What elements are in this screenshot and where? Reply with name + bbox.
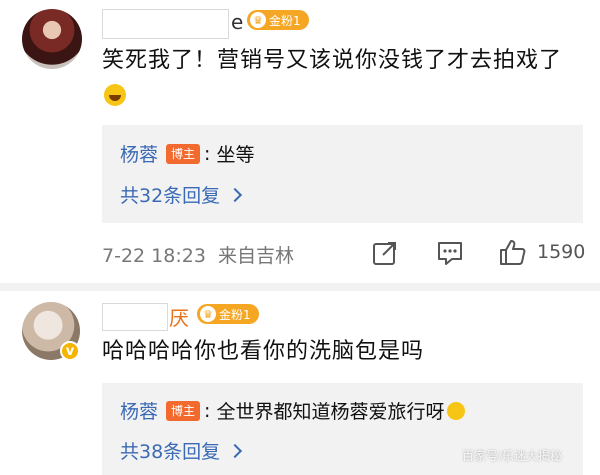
- crown-icon: ♛: [250, 12, 266, 28]
- comment-location: 来自吉林: [217, 245, 294, 267]
- like-icon[interactable]: [498, 238, 526, 266]
- more-replies-label: 共32条回复: [120, 185, 221, 207]
- fan-badge-label: 金粉1: [269, 13, 301, 28]
- comment-text-content: 笑死我了！营销号又该说你没钱了才去拍戏了: [102, 48, 563, 73]
- watermark: 百家号/乐迷大揭秘: [462, 449, 563, 463]
- comment-text: 哈哈哈哈你也看你的洗脑包是吗: [102, 334, 582, 370]
- verified-v-badge: v: [60, 341, 80, 361]
- chevron-right-icon: [228, 443, 243, 458]
- username-tail[interactable]: 厌: [169, 302, 189, 331]
- username-tail[interactable]: e: [231, 10, 243, 34]
- forward-icon[interactable]: [371, 239, 399, 267]
- reply-line: 杨蓉 博主 : 坐等: [120, 140, 255, 167]
- like-count: 1590: [537, 241, 586, 263]
- reply-author[interactable]: 杨蓉: [120, 140, 158, 167]
- host-badge: 博主: [166, 400, 201, 421]
- comment-meta: 7-22 18:23 来自吉林: [102, 241, 294, 268]
- section-divider: [0, 283, 600, 291]
- comment-timestamp: 7-22 18:23: [102, 245, 206, 267]
- chevron-right-icon: [228, 187, 243, 202]
- reply-line: 杨蓉 博主 : 全世界都知道杨蓉爱旅行呀: [120, 397, 465, 424]
- reply-text: 坐等: [216, 144, 255, 166]
- smile-emoji: [446, 401, 465, 420]
- more-replies-link[interactable]: 共38条回复: [120, 437, 243, 464]
- more-replies-label: 共38条回复: [120, 441, 221, 463]
- redacted-username: [102, 303, 168, 331]
- comment-text: 笑死我了！营销号又该说你没钱了才去拍戏了: [102, 43, 572, 115]
- more-replies-link[interactable]: 共32条回复: [120, 181, 243, 208]
- fan-badge-label: 金粉1: [219, 307, 251, 322]
- fan-level-badge: ♛ 金粉1: [197, 304, 259, 324]
- comment-text-content: 哈哈哈哈你也看你的洗脑包是吗: [102, 339, 425, 364]
- commenter-avatar[interactable]: [22, 9, 82, 69]
- comment-icon[interactable]: [436, 240, 464, 266]
- reply-author[interactable]: 杨蓉: [120, 397, 158, 424]
- redacted-username: [102, 9, 229, 39]
- fan-level-badge: ♛ 金粉1: [247, 10, 309, 30]
- crown-icon: ♛: [200, 306, 216, 322]
- laugh-cry-emoji: [104, 84, 126, 106]
- reply-text: 全世界都知道杨蓉爱旅行呀: [216, 401, 445, 423]
- host-badge: 博主: [166, 143, 201, 164]
